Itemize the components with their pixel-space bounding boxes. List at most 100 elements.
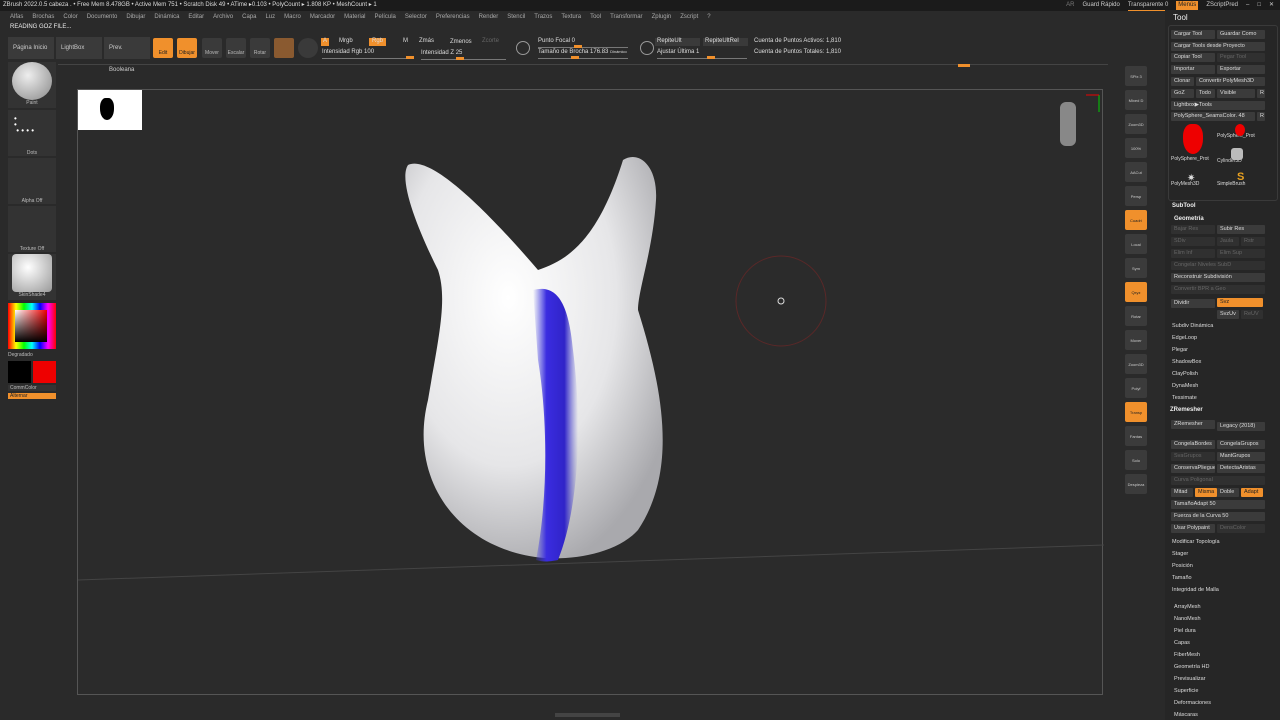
panel-button[interactable]: Fuerza de la Curva 50 xyxy=(1171,512,1265,521)
alternate-button[interactable]: Alternar xyxy=(8,393,56,399)
panel-button[interactable]: Clonar xyxy=(1171,77,1194,86)
shelf-button-16[interactable]: Solo xyxy=(1125,450,1147,470)
sphere-icon[interactable] xyxy=(298,38,318,58)
tool-subpalette[interactable]: Máscaras xyxy=(1174,712,1198,718)
tool-subpalette[interactable]: Capas xyxy=(1174,640,1190,646)
color-picker[interactable] xyxy=(8,303,56,349)
panel-button[interactable]: Misma xyxy=(1195,488,1217,497)
shelf-button-3[interactable]: 100% xyxy=(1125,138,1147,158)
geometry-section[interactable]: Geometría xyxy=(1174,216,1204,222)
panel-button[interactable]: R xyxy=(1257,112,1265,121)
geometry-item[interactable]: Subdiv Dinámica xyxy=(1172,323,1213,329)
geometry-item[interactable]: Modificar Topología xyxy=(1172,539,1220,545)
panel-button[interactable]: TamañoAdapt 50 xyxy=(1171,500,1265,509)
menu-editar[interactable]: Editar xyxy=(188,12,204,23)
panel-button[interactable]: SDiv xyxy=(1171,237,1215,246)
tool-subpalette[interactable]: Geometría HD xyxy=(1174,664,1209,670)
menu-tool[interactable]: Tool xyxy=(590,12,601,23)
panel-button[interactable]: Rstr xyxy=(1241,237,1265,246)
shelf-button-12[interactable]: Zoom3D xyxy=(1125,354,1147,374)
panel-button[interactable]: Guardar Como xyxy=(1217,30,1265,39)
simplebrush-icon[interactable]: S xyxy=(1237,171,1244,183)
adjust-last-slider[interactable]: Ajustar Última 1 xyxy=(657,49,747,59)
panel-button[interactable]: ZRemesher xyxy=(1171,420,1215,429)
shelf-button-7[interactable]: Local xyxy=(1125,234,1147,254)
panel-button[interactable]: SvzUv xyxy=(1217,310,1239,319)
menu-material[interactable]: Material xyxy=(344,12,365,23)
menu-zscript[interactable]: Zscript xyxy=(680,12,698,23)
replay-last-button[interactable]: RepiteUlt xyxy=(655,38,700,46)
panel-button[interactable]: Usar Polypaint xyxy=(1171,524,1215,533)
rotate-button[interactable]: Rotar xyxy=(250,38,270,58)
cylinder-icon[interactable] xyxy=(1231,148,1243,160)
lightbox-button[interactable]: LightBox xyxy=(56,37,102,59)
panel-button[interactable]: CongelaGrupos xyxy=(1217,440,1265,449)
geometry-item[interactable]: Posición xyxy=(1172,563,1193,569)
panel-button[interactable]: Convertir PolyMesh3D xyxy=(1196,77,1265,86)
panel-button[interactable]: R xyxy=(1257,89,1265,98)
panel-button[interactable]: Legacy (2018) xyxy=(1217,422,1265,431)
ar-button[interactable]: AR xyxy=(1066,1,1074,11)
panel-button[interactable]: DetectaAristas xyxy=(1217,464,1265,473)
panel-button[interactable]: CongelaBordes xyxy=(1171,440,1215,449)
panel-button[interactable]: GoZ xyxy=(1171,89,1194,98)
panel-button[interactable]: MantGrupos xyxy=(1217,452,1265,461)
panel-button[interactable]: Lightbox▶Tools xyxy=(1171,101,1265,110)
panel-button[interactable]: DensColor xyxy=(1217,524,1265,533)
menu-luz[interactable]: Luz xyxy=(265,12,275,23)
a-button[interactable]: A xyxy=(321,38,330,46)
shelf-button-13[interactable]: Polyf xyxy=(1125,378,1147,398)
menu-dibujar[interactable]: Dibujar xyxy=(126,12,145,23)
tool-subpalette[interactable]: NanoMesh xyxy=(1174,616,1201,622)
shelf-button-5[interactable]: Persp xyxy=(1125,186,1147,206)
zadd-button[interactable]: Zmás xyxy=(419,38,434,46)
shelf-button-0[interactable]: SPix 3 xyxy=(1125,66,1147,86)
material-button[interactable]: SkinShade4 xyxy=(8,254,56,300)
panel-button[interactable]: Doble xyxy=(1217,488,1239,497)
menu-transformar[interactable]: Transformar xyxy=(610,12,642,23)
viewport-3d[interactable] xyxy=(78,90,1104,696)
panel-button[interactable]: Mitad xyxy=(1171,488,1193,497)
move-button[interactable]: Mover xyxy=(202,38,222,58)
panel-button[interactable]: Pegar Tool xyxy=(1217,53,1265,62)
replay-icon[interactable] xyxy=(640,41,654,55)
panel-button[interactable]: SvaGrupos xyxy=(1171,452,1215,461)
menu-[interactable]: ? xyxy=(707,12,710,23)
home-page-button[interactable]: Página Inicio xyxy=(8,37,54,59)
brush-button[interactable]: Paint xyxy=(8,62,56,108)
panel-button[interactable]: Jaula xyxy=(1217,237,1239,246)
menu-zplugin[interactable]: Zplugin xyxy=(652,12,672,23)
menu-stencil[interactable]: Stencil xyxy=(507,12,525,23)
geometry-item[interactable]: ClayPolish xyxy=(1172,371,1198,377)
panel-button[interactable]: ConservaPliegue xyxy=(1171,464,1215,473)
menu-preferencias[interactable]: Preferencias xyxy=(436,12,470,23)
geometry-item[interactable]: EdgeLoop xyxy=(1172,335,1197,341)
panel-button[interactable]: Cargar Tool xyxy=(1171,30,1215,39)
main-color-swatch[interactable] xyxy=(33,361,56,383)
geometry-item[interactable]: Tamaño xyxy=(1172,575,1192,581)
geometry-item[interactable]: ShadowBox xyxy=(1172,359,1201,365)
rgb-intensity-slider[interactable]: Intensidad Rgb 100 xyxy=(322,49,414,59)
menu-macro[interactable]: Macro xyxy=(284,12,301,23)
document-canvas[interactable] xyxy=(77,89,1104,696)
subtool-section[interactable]: SubTool xyxy=(1172,203,1196,209)
menu-dinmica[interactable]: Dinámica xyxy=(154,12,179,23)
geometry-item[interactable]: Plegar xyxy=(1172,347,1188,353)
menu-alfas[interactable]: Alfas xyxy=(10,12,23,23)
shelf-button-4[interactable]: AACut xyxy=(1125,162,1147,182)
divider-handle[interactable] xyxy=(958,64,970,67)
shelf-button-9[interactable]: Qxyz xyxy=(1125,282,1147,302)
menu-textura[interactable]: Textura xyxy=(561,12,581,23)
shelf-button-2[interactable]: Zoom3D xyxy=(1125,114,1147,134)
panel-button[interactable]: Exportar xyxy=(1217,65,1265,74)
geometry-item[interactable]: Stager xyxy=(1172,551,1188,557)
geometry-item[interactable]: DynaMesh xyxy=(1172,383,1198,389)
stroke-button[interactable]: • • • • • • Dots xyxy=(8,110,56,156)
tool-subpalette[interactable]: Deformaciones xyxy=(1174,700,1211,706)
menu-selector[interactable]: Selector xyxy=(405,12,427,23)
panel-button[interactable]: Reconstruir Subdivisión xyxy=(1171,273,1265,282)
dynamic-button[interactable]: Dinámico xyxy=(610,49,627,54)
secondary-color-swatch[interactable] xyxy=(8,361,31,383)
panel-button[interactable]: Curva Poligonal xyxy=(1171,476,1265,485)
menu-marcador[interactable]: Marcador xyxy=(310,12,335,23)
